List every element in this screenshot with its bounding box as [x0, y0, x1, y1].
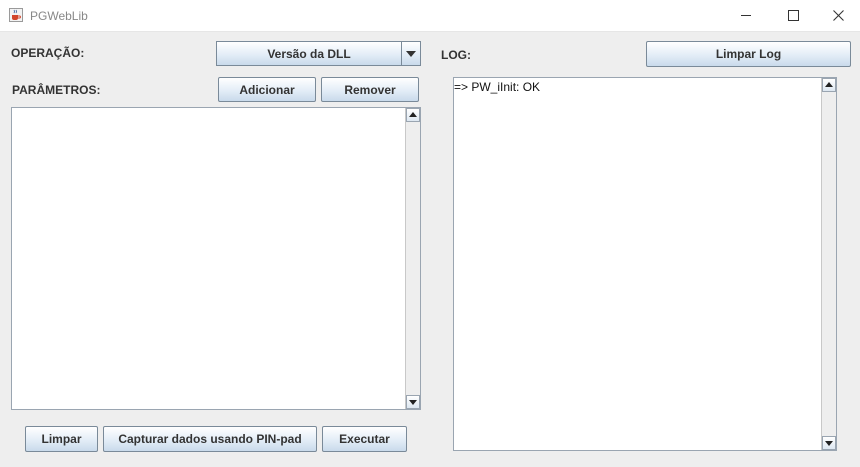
- remove-parameter-button[interactable]: Remover: [321, 77, 419, 102]
- dropdown-toggle[interactable]: [401, 42, 420, 65]
- parameters-label: PARÂMETROS:: [12, 83, 101, 97]
- arrow-down-icon: [409, 400, 417, 405]
- execute-button[interactable]: Executar: [322, 426, 407, 452]
- window-title: PGWebLib: [30, 9, 88, 23]
- arrow-up-icon: [409, 112, 417, 117]
- minimize-icon: [741, 15, 751, 16]
- arrow-up-icon: [825, 82, 833, 87]
- log-scrollbar[interactable]: [821, 78, 836, 450]
- operation-label: OPERAÇÃO:: [11, 46, 85, 60]
- close-icon: [833, 10, 844, 21]
- parameters-scrollbar[interactable]: [405, 108, 420, 409]
- scroll-down-button[interactable]: [822, 436, 836, 450]
- title-bar: PGWebLib: [0, 0, 860, 32]
- scroll-down-button[interactable]: [406, 395, 420, 409]
- operation-selected-value: Versão da DLL: [267, 46, 351, 61]
- log-line: => PW_iInit: OK: [454, 80, 541, 94]
- log-label: LOG:: [441, 48, 471, 62]
- operation-select[interactable]: Versão da DLL: [216, 41, 421, 66]
- minimize-button[interactable]: [723, 0, 769, 31]
- clear-button[interactable]: Limpar: [25, 426, 98, 452]
- arrow-down-icon: [825, 441, 833, 446]
- log-textarea[interactable]: => PW_iInit: OK: [453, 77, 837, 451]
- parameters-textarea[interactable]: [11, 107, 421, 410]
- close-button[interactable]: [815, 0, 860, 31]
- scroll-up-button[interactable]: [406, 108, 420, 122]
- java-cup-icon: [9, 8, 23, 22]
- maximize-icon: [788, 10, 799, 21]
- clear-log-button[interactable]: Limpar Log: [646, 41, 851, 67]
- chevron-down-icon: [406, 51, 416, 57]
- add-parameter-button[interactable]: Adicionar: [218, 77, 316, 102]
- maximize-button[interactable]: [769, 0, 815, 31]
- scroll-up-button[interactable]: [822, 78, 836, 92]
- capture-pinpad-button[interactable]: Capturar dados usando PIN-pad: [103, 426, 317, 452]
